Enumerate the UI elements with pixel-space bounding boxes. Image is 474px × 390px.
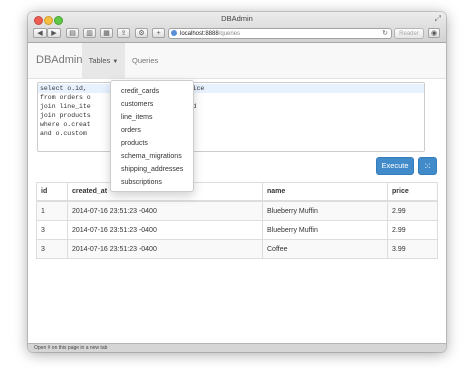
browser-window: DBAdmin ⤢ ◀ ▶ ▤ ▥ ▦ ⇪ ⚙ + localhost:8888… [28, 12, 446, 352]
sql-line: select o.id, [38, 84, 424, 93]
table-cell: 2.99 [387, 200, 438, 221]
table-header-row: id created_at name price [36, 182, 438, 202]
menu-item-subscriptions[interactable]: subscriptions [111, 176, 193, 189]
menu-item-customers[interactable]: customers [111, 98, 193, 111]
menu-item-schema-migrations[interactable]: schema_migrations [111, 150, 193, 163]
nav-queries[interactable]: Queries [132, 43, 158, 78]
table-cell: 3 [36, 220, 68, 240]
tools-icon[interactable]: ⚙ [135, 28, 148, 38]
table-cell: Blueberry Muffin [262, 200, 388, 221]
table-cell: 3 [36, 239, 68, 259]
sql-editor[interactable]: select o.id, from orders o join line_ite… [37, 82, 425, 152]
menu-item-products[interactable]: products [111, 137, 193, 150]
results-table: id created_at name price 1 2014-07-16 23… [36, 182, 438, 259]
column-header: name [262, 182, 388, 202]
tables-dropdown-menu: credit_cards customers line_items orders… [110, 80, 194, 192]
sidebar-icon[interactable]: ▤ [66, 28, 79, 38]
table-cell: 2014-07-16 23:51:23 -0400 [67, 220, 263, 240]
fullscreen-icon[interactable]: ⤢ [435, 14, 441, 24]
back-button[interactable]: ◀ [33, 28, 47, 38]
table-cell: 2014-07-16 23:51:23 -0400 [67, 239, 263, 259]
menu-item-orders[interactable]: orders [111, 124, 193, 137]
sql-line: where o.creat [40, 121, 91, 128]
url-host: localhost:8888 [180, 31, 219, 37]
sql-line: join products [40, 112, 91, 119]
brand-link[interactable]: DBAdmin [36, 54, 82, 66]
table-cell: 2.99 [387, 220, 438, 240]
forward-button[interactable]: ▶ [47, 28, 61, 38]
menu-item-shipping-addresses[interactable]: shipping_addresses [111, 163, 193, 176]
grid-icon: ⁙ [423, 161, 432, 171]
sql-line: from orders o [40, 94, 91, 101]
table-cell: 2014-07-16 23:51:23 -0400 [67, 200, 263, 221]
add-tab-icon[interactable]: + [152, 28, 165, 38]
menu-item-credit-cards[interactable]: credit_cards [111, 85, 193, 98]
title-bar: DBAdmin ⤢ ◀ ▶ ▤ ▥ ▦ ⇪ ⚙ + localhost:8888… [28, 12, 446, 43]
reload-icon[interactable]: ↻ [382, 29, 388, 39]
app-navbar: DBAdmin Tables ▼ Queries [28, 43, 446, 79]
sql-line: join line_ite [40, 103, 91, 110]
reader-button[interactable]: Reader [394, 28, 424, 39]
column-header: id [36, 182, 68, 202]
grid-view-button[interactable]: ⁙ [418, 157, 437, 175]
menu-item-line-items[interactable]: line_items [111, 111, 193, 124]
sql-line: and o.custom [40, 130, 87, 137]
window-title: DBAdmin [221, 14, 253, 23]
execute-button[interactable]: Execute [376, 157, 414, 175]
tables-dropdown-toggle[interactable]: Tables ▼ [82, 43, 125, 78]
tabs-icon[interactable]: ▥ [83, 28, 96, 38]
tables-label: Tables [88, 56, 111, 65]
table-row: 3 2014-07-16 23:51:23 -0400 Blueberry Mu… [36, 220, 438, 240]
table-cell: Coffee [262, 239, 388, 259]
share-icon[interactable]: ⇪ [117, 28, 130, 38]
caret-down-icon: ▼ [112, 59, 119, 65]
table-cell: 3.99 [387, 239, 438, 259]
url-path: /queries [218, 31, 241, 37]
column-header: price [387, 182, 438, 202]
table-cell: Blueberry Muffin [262, 220, 388, 240]
status-bar: Open # on this page in a new tab [28, 343, 446, 352]
table-row: 3 2014-07-16 23:51:23 -0400 Coffee 3.99 [36, 239, 438, 259]
downloads-icon[interactable]: ◉ [428, 28, 440, 38]
table-row: 1 2014-07-16 23:51:23 -0400 Blueberry Mu… [36, 200, 438, 221]
address-bar[interactable]: localhost:8888/queries ↻ [168, 28, 392, 39]
table-cell: 1 [36, 200, 68, 221]
bookmarks-icon[interactable]: ▦ [100, 28, 113, 38]
globe-icon [171, 30, 177, 36]
